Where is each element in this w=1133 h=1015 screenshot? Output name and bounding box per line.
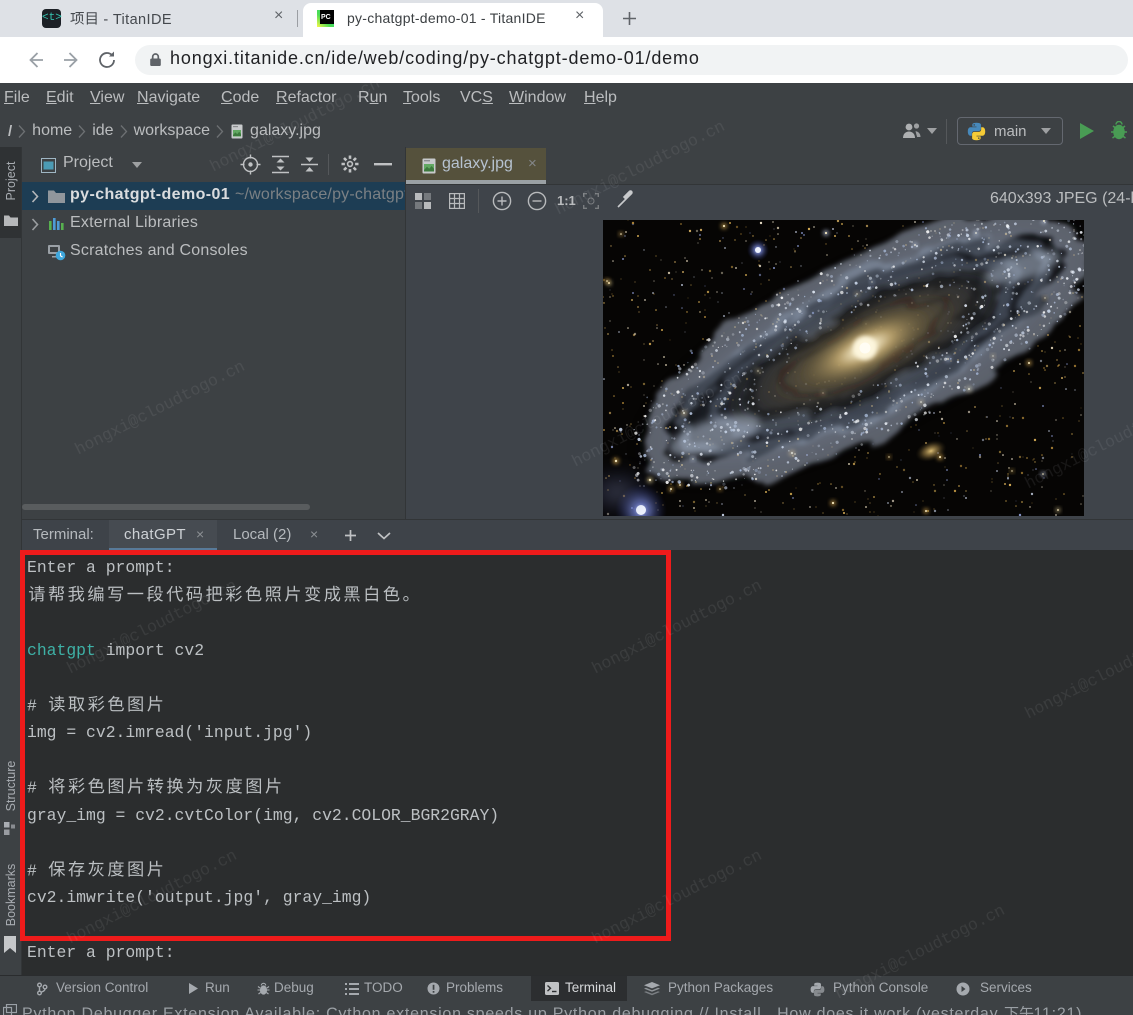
svg-text:PC: PC — [321, 14, 331, 21]
